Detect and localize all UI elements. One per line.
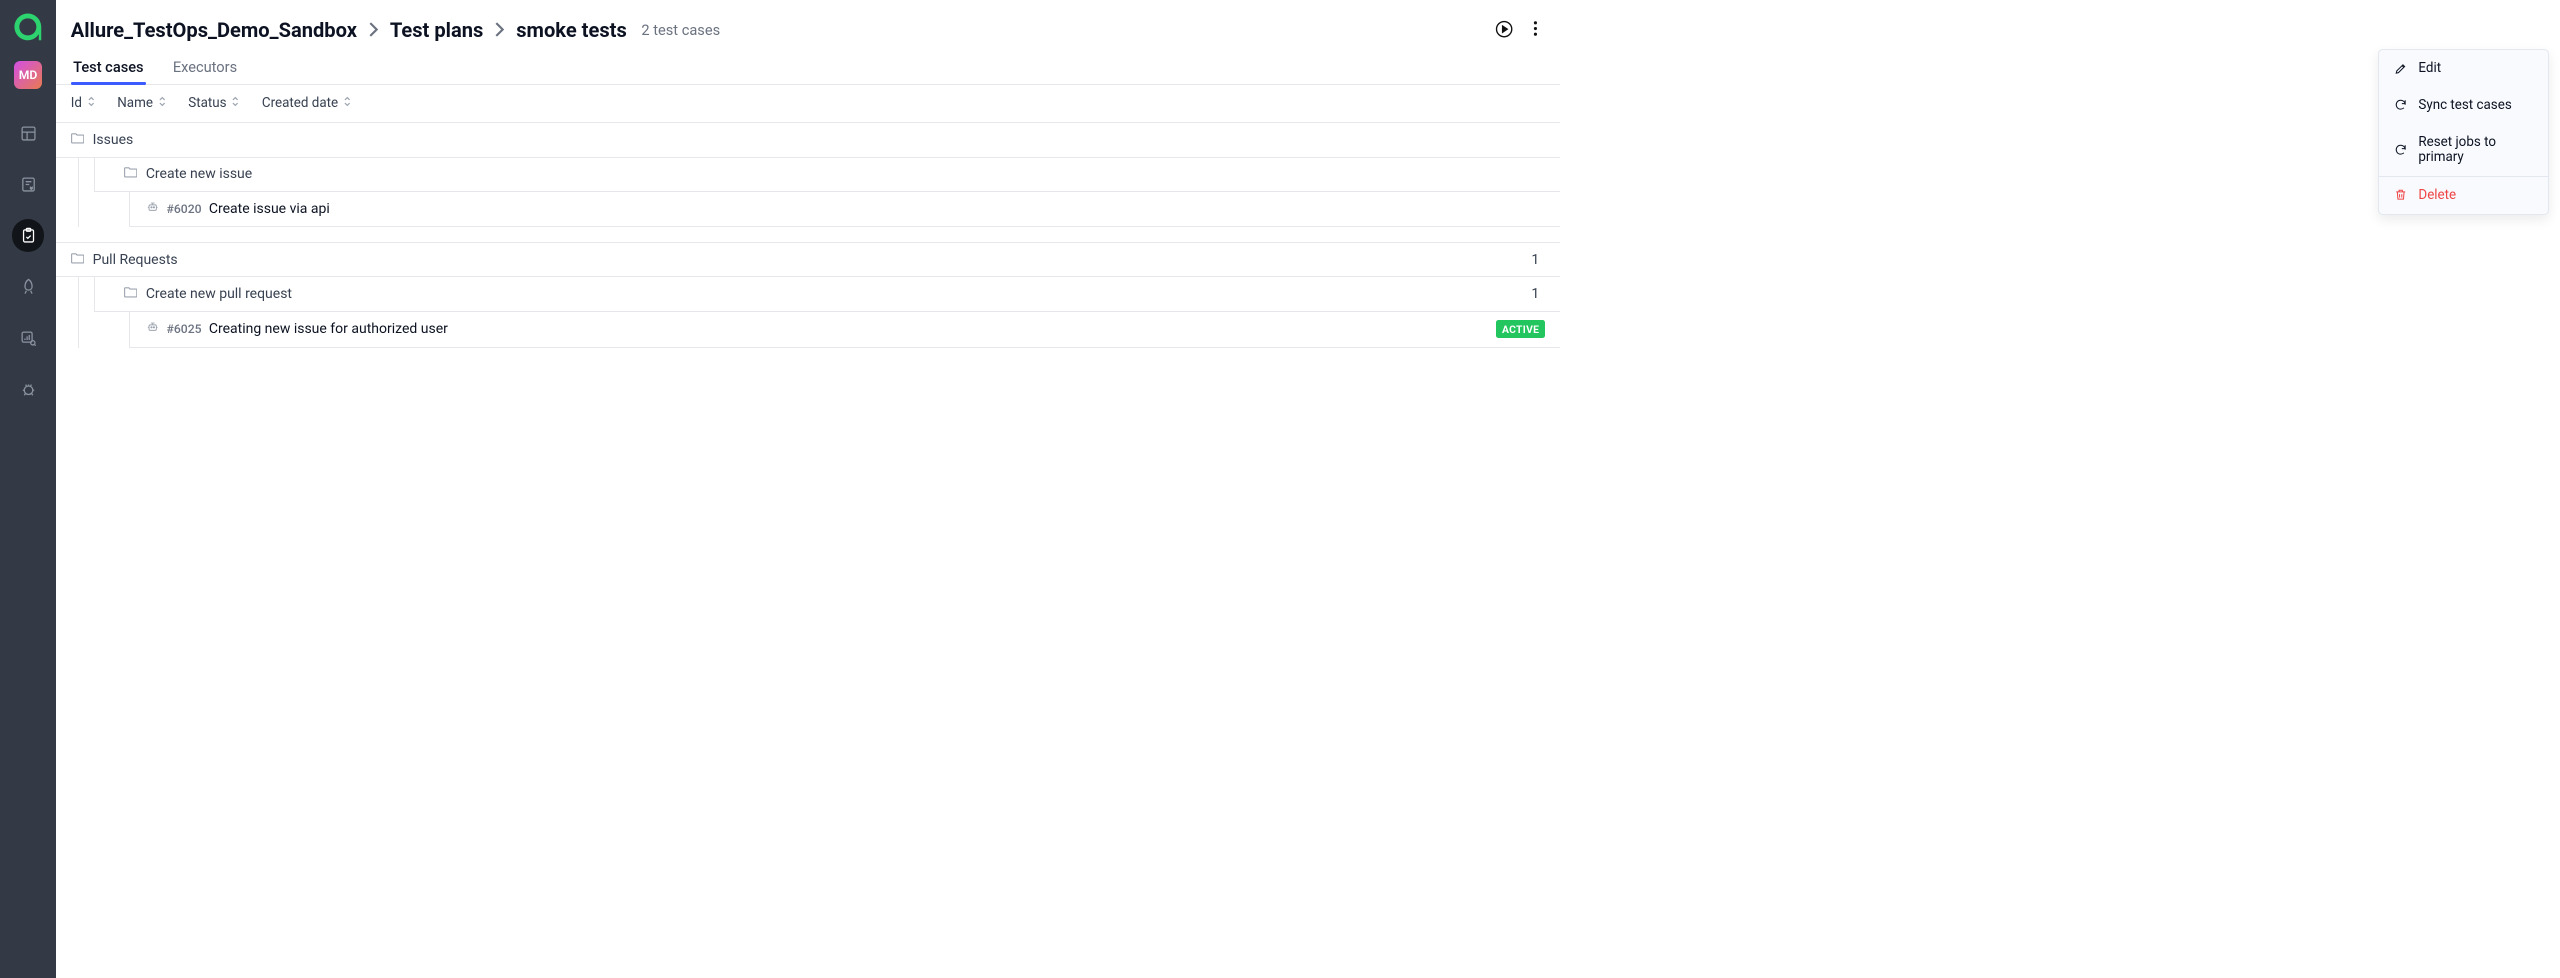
case-title: Create issue via api (209, 201, 1546, 217)
breadcrumb-item[interactable]: smoke tests (516, 18, 627, 42)
tree-rows: Issues Create new issue #6020 Create iss… (56, 123, 1560, 596)
folder-icon (71, 132, 84, 148)
page-header: Allure_TestOps_Demo_Sandbox Test plans s… (56, 0, 1560, 52)
main-content: Allure_TestOps_Demo_Sandbox Test plans s… (56, 0, 1560, 596)
column-headers: Id Name Status Created date (56, 85, 1560, 123)
play-button[interactable] (1495, 20, 1513, 38)
group-label: Issues (93, 132, 1540, 148)
sort-icon (231, 96, 240, 111)
tab-test-cases[interactable]: Test cases (71, 52, 146, 85)
context-menu: Edit Sync test cases Reset jobs to prima… (2378, 49, 2549, 215)
group-row[interactable]: Issues (56, 123, 1560, 157)
refresh-icon (2394, 143, 2407, 156)
header-actions (1495, 17, 1540, 42)
test-case-count: 2 test cases (641, 21, 720, 39)
logo-icon (12, 11, 44, 43)
col-name[interactable]: Name (117, 96, 166, 111)
refresh-icon (2394, 98, 2407, 111)
group-count: 1 (1531, 252, 1545, 268)
group-label: Pull Requests (93, 252, 1532, 268)
breadcrumb-section[interactable]: Test plans (390, 18, 483, 42)
test-case-row[interactable]: #6020 Create issue via api (130, 192, 1560, 227)
tab-executors[interactable]: Executors (170, 52, 239, 85)
trash-icon (2394, 188, 2407, 201)
col-status[interactable]: Status (188, 96, 240, 111)
subgroup-row[interactable]: Create new pull request 1 (94, 277, 1560, 311)
folder-icon (124, 286, 137, 302)
subgroup-row[interactable]: Create new issue (94, 158, 1560, 192)
robot-icon (146, 320, 159, 337)
col-id[interactable]: Id (71, 96, 96, 111)
spacer (56, 227, 1560, 243)
folder-icon (71, 252, 84, 268)
menu-reset[interactable]: Reset jobs to primary (2379, 124, 2548, 176)
test-case-row[interactable]: #6025 Creating new issue for authorized … (130, 312, 1560, 348)
robot-icon (146, 200, 159, 217)
nav-launches[interactable] (12, 271, 45, 304)
subgroup-label: Create new pull request (146, 286, 1532, 302)
subgroup-label: Create new issue (146, 166, 1539, 182)
more-button[interactable] (1531, 17, 1541, 42)
nav-defects[interactable] (12, 373, 45, 406)
sidebar: MD (0, 0, 56, 978)
case-id: #6020 (167, 202, 202, 216)
chevron-right-icon (368, 21, 379, 38)
menu-sync[interactable]: Sync test cases (2379, 87, 2548, 124)
folder-icon (124, 166, 137, 182)
nav-analytics[interactable] (12, 322, 45, 355)
avatar[interactable]: MD (14, 61, 42, 89)
breadcrumb: Allure_TestOps_Demo_Sandbox Test plans s… (71, 18, 1496, 42)
breadcrumb-project[interactable]: Allure_TestOps_Demo_Sandbox (71, 18, 357, 42)
subgroup-count: 1 (1531, 286, 1545, 302)
case-title: Creating new issue for authorized user (209, 321, 1496, 337)
nav-test-plans[interactable] (12, 219, 45, 252)
sort-icon (87, 96, 96, 111)
chevron-right-icon (494, 21, 505, 38)
nav-doc[interactable] (12, 168, 45, 201)
active-badge: ACTIVE (1496, 320, 1546, 338)
sort-icon (158, 96, 167, 111)
group-row[interactable]: Pull Requests 1 (56, 243, 1560, 277)
menu-delete[interactable]: Delete (2379, 176, 2548, 214)
menu-edit[interactable]: Edit (2379, 50, 2548, 87)
sort-icon (343, 96, 352, 111)
case-id: #6025 (167, 322, 202, 336)
nav-dashboard[interactable] (12, 117, 45, 150)
avatar-initials: MD (19, 68, 38, 82)
pencil-icon (2394, 62, 2407, 75)
col-created[interactable]: Created date (262, 96, 352, 111)
tabs: Test cases Executors (56, 52, 1560, 86)
